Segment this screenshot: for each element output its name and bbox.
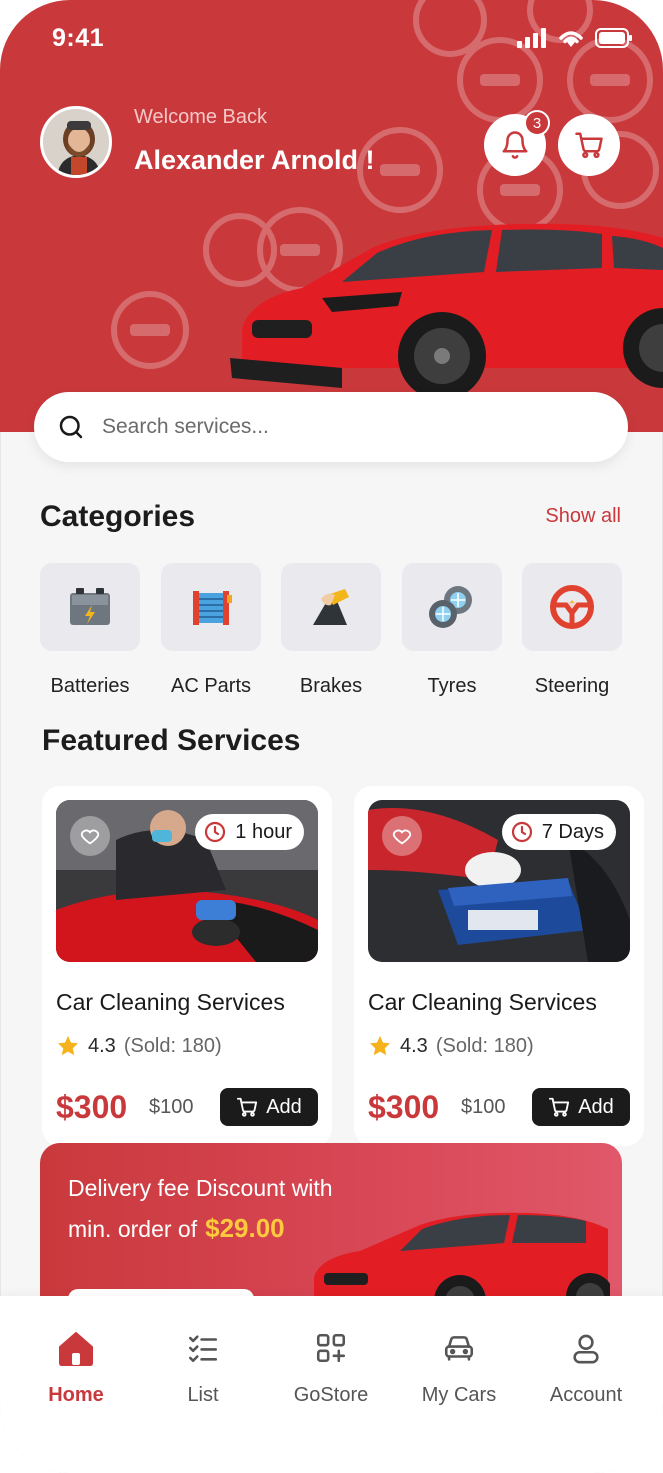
nav-label: GoStore [293,1384,369,1406]
category-label: Steering [534,675,610,697]
store-grid-icon [316,1333,346,1363]
category-label: Batteries [50,675,130,697]
welcome-text: Welcome Back [134,106,268,128]
signal-icon [517,28,546,48]
category-batteries[interactable] [40,563,140,651]
sold-count: (Sold: 180) [123,1034,222,1057]
clock-icon [205,821,226,843]
home-icon [59,1332,93,1366]
promo-amount: $29.00 [205,1213,285,1243]
app-screen: 9:41 Welcome Back Alexander Arnold ! 3 S… [0,0,663,1473]
duration-text: 7 Days [541,820,604,843]
favorite-button[interactable] [70,816,110,856]
nav-label: My Cars [421,1384,497,1406]
hero-car-image [230,223,663,400]
category-brakes[interactable] [281,563,381,651]
rating-value: 4.3 [400,1034,428,1057]
promo-min-order-text: min. order of [68,1216,198,1242]
username: Alexander Arnold ! [134,145,375,175]
featured-services-title: Featured Services [42,724,301,757]
service-card[interactable]: 7 Days Car Cleaning Services 4.3 (Sold: … [354,786,644,1146]
battery-status-icon [595,28,632,48]
brake-icon [313,589,349,625]
cart-button[interactable] [558,114,620,176]
rating: 4.3 (Sold: 180) [56,1034,222,1058]
categories-title: Categories [40,500,196,533]
service-image: 1 hour [56,800,318,962]
category-steering[interactable] [522,563,622,651]
wifi-icon [559,31,583,47]
rating-value: 4.3 [88,1034,116,1057]
star-icon [58,1036,78,1056]
add-label: Add [266,1095,302,1118]
avatar[interactable] [40,106,112,178]
add-to-cart-button[interactable]: Add [220,1088,318,1126]
promo-text: Delivery fee Discount with [68,1175,333,1201]
category-tyres[interactable] [402,563,502,651]
old-price: $100 [461,1096,506,1118]
nav-label: List [187,1384,219,1406]
car-icon [444,1336,474,1361]
bell-icon [502,131,528,159]
promo-text-line2: min. order of $29.00 [68,1213,285,1244]
status-time: 9:41 [52,24,105,52]
duration-badge: 1 hour [195,814,304,850]
category-label: Tyres [427,675,477,697]
cart-icon [549,1097,570,1117]
notification-button[interactable]: 3 [484,110,550,176]
steering-wheel-icon [550,585,594,629]
search-bar[interactable]: Search services... [34,392,628,462]
heart-icon [392,829,412,845]
rating: 4.3 (Sold: 180) [368,1034,534,1058]
nav-label: Account [549,1384,623,1406]
battery-icon [70,588,110,625]
ac-parts-icon [193,591,232,625]
status-bar: 9:41 [0,0,663,80]
old-price: $100 [149,1096,194,1118]
search-input[interactable]: Search services... [102,415,269,439]
user-icon [573,1334,599,1364]
category-ac-parts[interactable] [161,563,261,651]
service-card[interactable]: 1 hour Car Cleaning Services 4.3 (Sold: … [42,786,332,1146]
clock-icon [511,821,532,843]
duration-badge: 7 Days [501,814,616,850]
service-image: 7 Days [368,800,630,962]
nav-gostore[interactable]: GoStore [266,1326,396,1407]
add-to-cart-button[interactable]: Add [532,1088,630,1126]
bottom-nav: Home List GoStore My Cars Account [0,1296,663,1473]
price: $300 [56,1089,128,1125]
nav-account[interactable]: Account [521,1326,651,1407]
duration-text: 1 hour [235,820,292,843]
checklist-icon [188,1335,218,1363]
service-title: Car Cleaning Services [368,989,597,1015]
cart-icon [237,1097,258,1117]
sold-count: (Sold: 180) [435,1034,534,1057]
nav-home[interactable]: Home [11,1326,141,1407]
show-all-link[interactable]: Show all [545,505,621,528]
price: $300 [368,1089,440,1125]
category-label: Brakes [299,675,363,697]
add-label: Add [578,1095,614,1118]
hero-header: 9:41 Welcome Back Alexander Arnold ! 3 [0,0,663,432]
nav-label: Home [48,1384,104,1406]
notification-badge: 3 [524,110,550,136]
service-title: Car Cleaning Services [56,989,285,1015]
star-icon [370,1036,390,1056]
search-icon [59,415,83,439]
tyres-icon [429,586,472,628]
heart-icon [80,829,100,845]
nav-list[interactable]: List [138,1326,268,1407]
favorite-button[interactable] [382,816,422,856]
cart-icon [575,132,603,159]
category-label: AC Parts [170,675,252,697]
nav-my-cars[interactable]: My Cars [394,1326,524,1407]
